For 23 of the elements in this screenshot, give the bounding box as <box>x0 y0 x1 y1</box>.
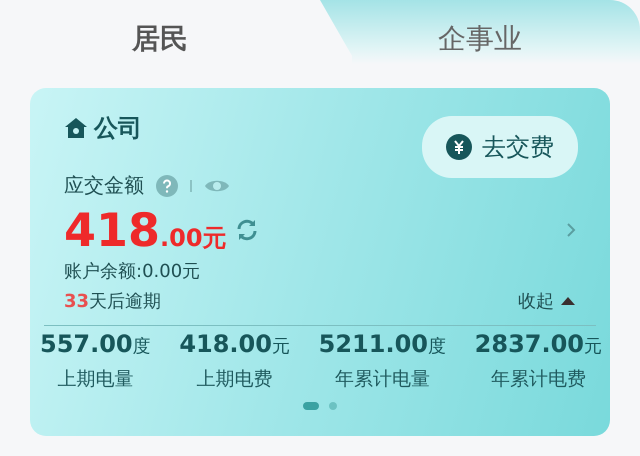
amount-label: 应交金额 <box>64 172 144 199</box>
stat-value: 418.00元 <box>179 330 290 358</box>
stat-label: 上期电费 <box>196 367 273 392</box>
chevron-right-icon[interactable] <box>566 222 576 238</box>
account-balance: 账户余额:0.00元 <box>64 260 202 283</box>
collapse-button[interactable]: 收起 <box>518 289 576 313</box>
caret-up-icon <box>560 296 576 306</box>
yuan-icon <box>446 134 472 160</box>
stat-value: 2837.00元 <box>474 330 602 358</box>
overdue-notice: 33天后逾期 <box>64 290 162 313</box>
page-dot[interactable] <box>329 402 337 410</box>
tab[interactable]: 居民 <box>0 0 320 86</box>
stat-label: 年累计电费 <box>490 367 586 392</box>
refresh-icon[interactable] <box>234 218 259 242</box>
help-icon[interactable] <box>156 174 178 196</box>
amount-due: 418.00元 <box>64 203 227 257</box>
stat-label: 上期电量 <box>57 367 134 392</box>
account-name: 公司 <box>94 113 142 144</box>
stat-label: 年累计电量 <box>334 367 430 392</box>
stat-value: 557.00度 <box>40 330 151 358</box>
stat-value: 5211.00度 <box>318 330 446 358</box>
pay-button[interactable]: 去交费 <box>422 116 578 178</box>
home-icon <box>64 117 88 139</box>
